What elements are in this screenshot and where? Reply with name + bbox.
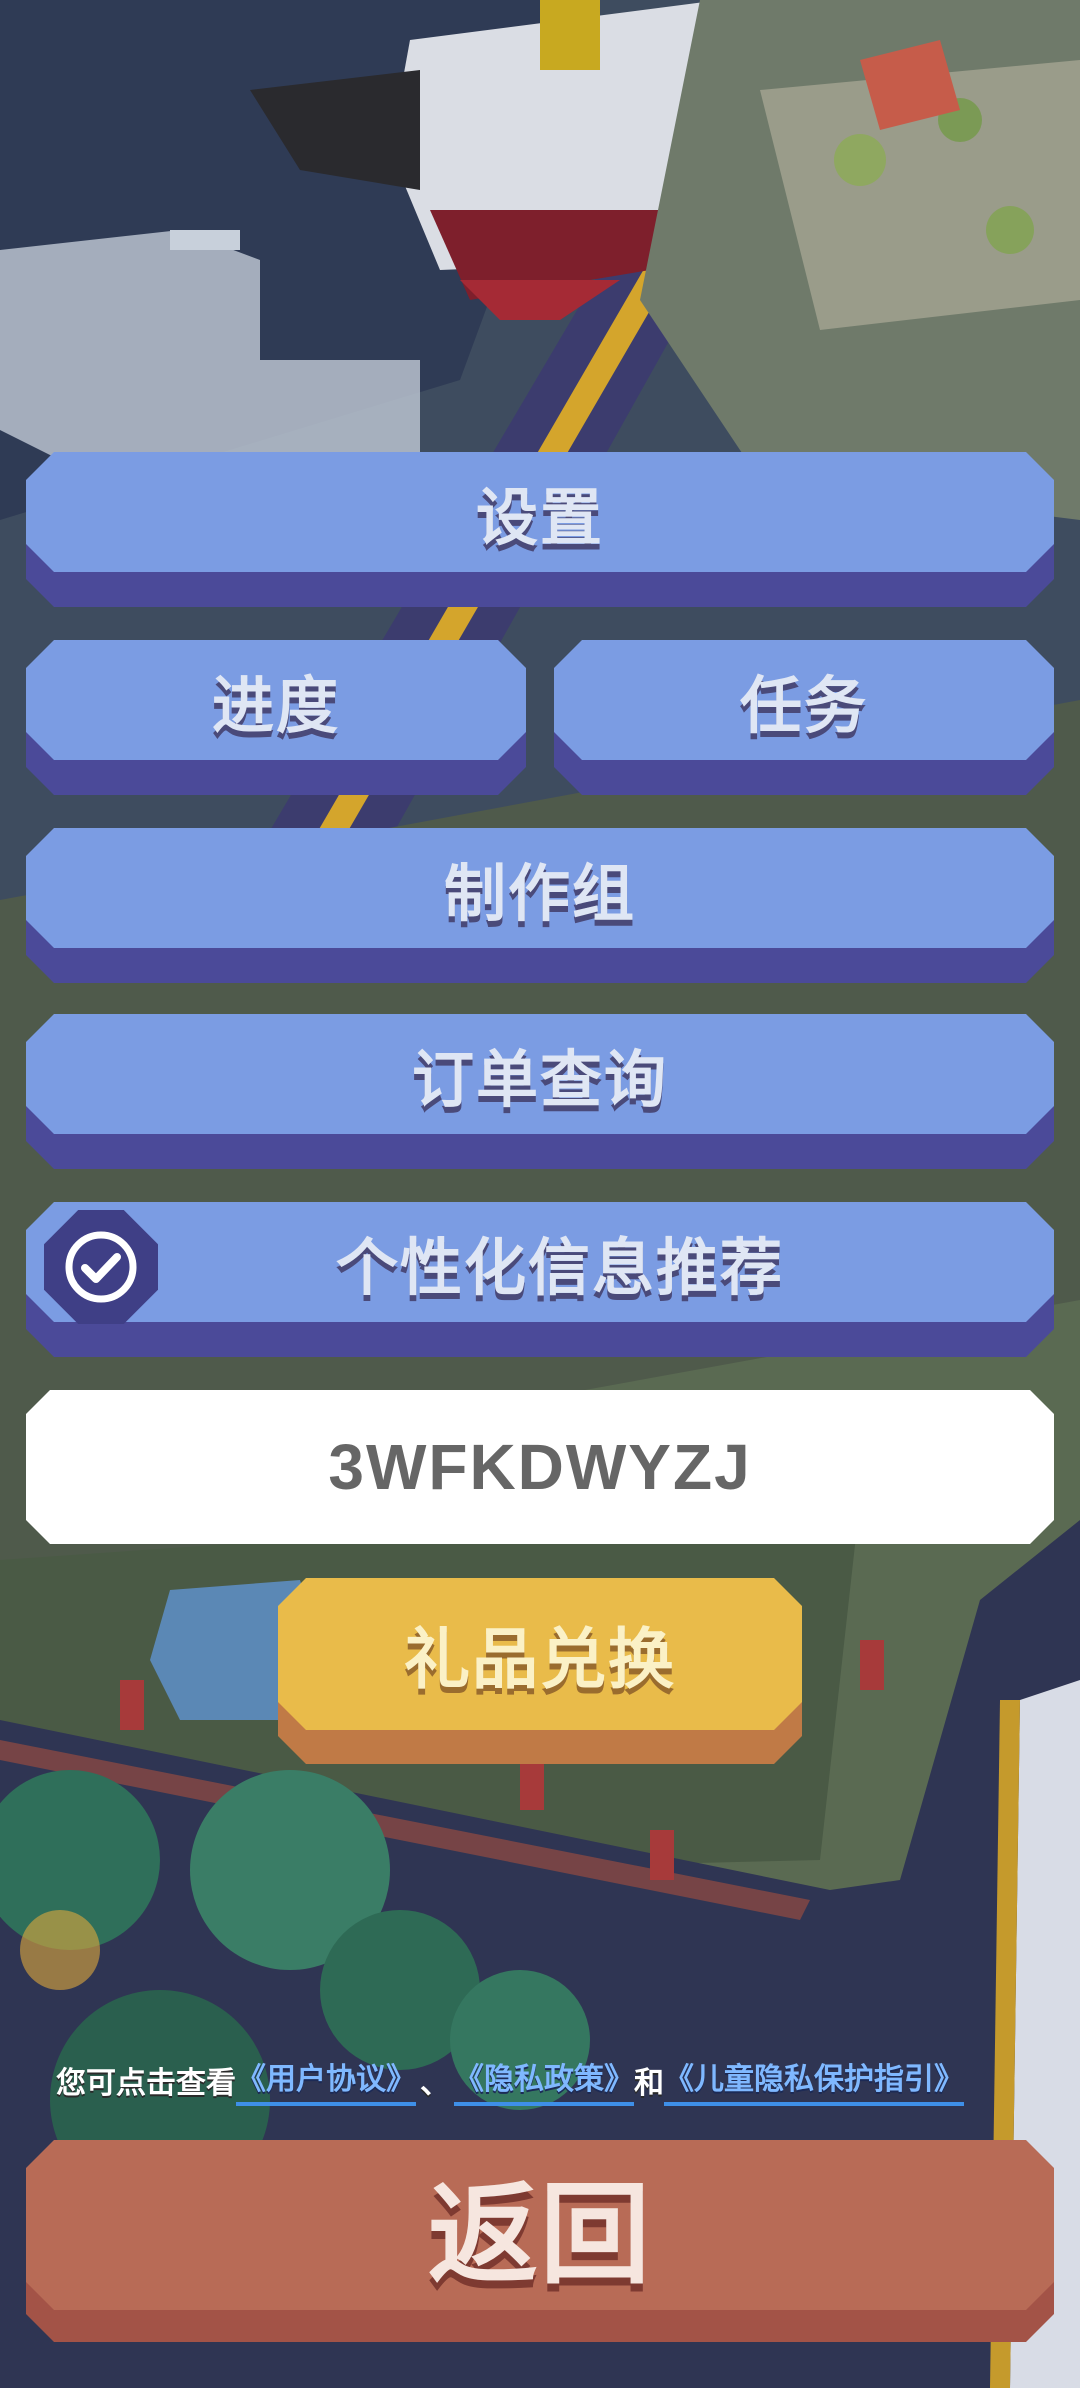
privacy-policy-link[interactable]: 《隐私政策》 <box>454 2054 634 2106</box>
order-query-label: 订单查询 <box>411 1043 668 1116</box>
redeem-code-value: 3WFKDWYZJ <box>328 1431 752 1503</box>
order-query-button-face: 订单查询 <box>26 1014 1054 1134</box>
tasks-label: 任务 <box>739 669 868 742</box>
child-privacy-guide-link[interactable]: 《儿童隐私保护指引》 <box>664 2054 964 2106</box>
settings-button[interactable]: 设置 <box>26 452 1054 607</box>
personalized-toggle-face: 个性化信息推荐 <box>26 1202 1054 1322</box>
back-button-face: 返回 <box>26 2140 1054 2310</box>
redeem-code-field[interactable]: 3WFKDWYZJ <box>26 1390 1054 1544</box>
credits-button[interactable]: 制作组 <box>26 828 1054 983</box>
agreement-separator: 、 <box>420 2066 450 2101</box>
gift-redeem-label: 礼品兑换 <box>404 1621 676 1698</box>
tasks-button[interactable]: 任务 <box>554 640 1054 795</box>
order-query-button[interactable]: 订单查询 <box>26 1014 1054 1169</box>
progress-button-face: 进度 <box>26 640 526 760</box>
credits-button-face: 制作组 <box>26 828 1054 948</box>
progress-label: 进度 <box>211 669 340 742</box>
personalized-recommendation-toggle[interactable]: 个性化信息推荐 <box>26 1202 1054 1357</box>
game-scene-background <box>0 0 1080 2388</box>
back-button[interactable]: 返回 <box>26 2140 1054 2342</box>
personalized-label: 个性化信息推荐 <box>335 1231 784 1304</box>
settings-label: 设置 <box>475 481 604 554</box>
agreement-notice: 您可点击查看 《用户协议》 、 《隐私政策》 和 《儿童隐私保护指引》 <box>56 2050 1046 2110</box>
agreement-prefix: 您可点击查看 <box>56 2066 236 2101</box>
agreement-conjunction: 和 <box>634 2066 664 2101</box>
gift-redeem-button-face: 礼品兑换 <box>278 1578 802 1730</box>
back-label: 返回 <box>428 2171 652 2299</box>
check-circle-icon <box>65 1231 137 1303</box>
settings-button-face: 设置 <box>26 452 1054 572</box>
tasks-button-face: 任务 <box>554 640 1054 760</box>
user-agreement-link[interactable]: 《用户协议》 <box>236 2054 416 2106</box>
gift-redeem-button[interactable]: 礼品兑换 <box>278 1578 802 1764</box>
progress-button[interactable]: 进度 <box>26 640 526 795</box>
credits-label: 制作组 <box>443 857 636 930</box>
